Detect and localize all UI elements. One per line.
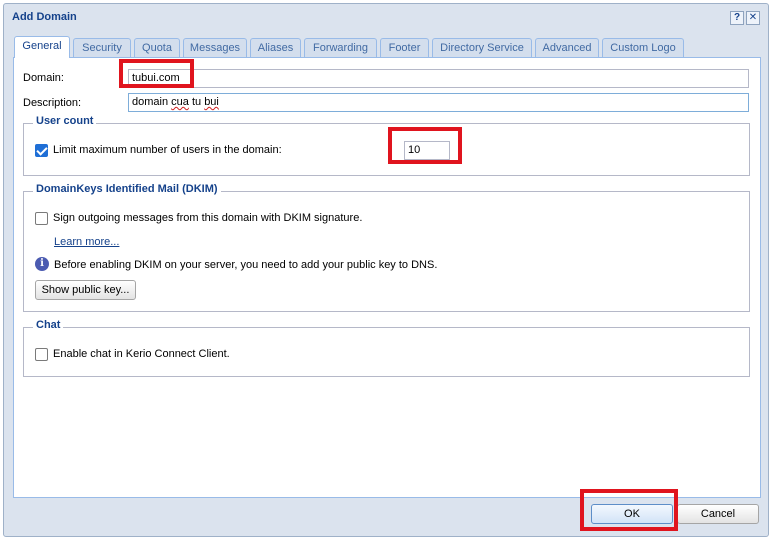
tab-quota[interactable]: Quota xyxy=(134,38,180,57)
dialog-title: Add Domain xyxy=(12,11,77,23)
tab-security[interactable]: Security xyxy=(73,38,131,57)
tab-directory-service[interactable]: Directory Service xyxy=(432,38,532,57)
tab-aliases[interactable]: Aliases xyxy=(250,38,301,57)
dkim-info-text: Before enabling DKIM on your server, you… xyxy=(54,259,438,271)
tab-general[interactable]: General xyxy=(14,36,70,58)
tab-custom-logo[interactable]: Custom Logo xyxy=(602,38,684,57)
dkim-sign-checkbox[interactable] xyxy=(35,212,48,225)
domain-input[interactable]: tubui.com xyxy=(128,69,749,88)
user-count-legend: User count xyxy=(33,115,97,127)
chat-fieldset: Chat Enable chat in Kerio Connect Client… xyxy=(23,319,750,377)
general-panel: Domain: tubui.com Description: domain cu… xyxy=(13,57,761,498)
close-icon[interactable]: ✕ xyxy=(746,11,760,25)
help-icon[interactable]: ? xyxy=(730,11,744,25)
domain-label: Domain: xyxy=(23,72,64,84)
learn-more-link[interactable]: Learn more... xyxy=(54,236,119,248)
user-count-fieldset: User count Limit maximum number of users… xyxy=(23,115,750,176)
chat-legend: Chat xyxy=(33,319,64,331)
enable-chat-checkbox[interactable] xyxy=(35,348,48,361)
limit-users-checkbox[interactable] xyxy=(35,144,48,157)
tab-footer[interactable]: Footer xyxy=(380,38,429,57)
ok-button[interactable]: OK xyxy=(591,504,673,524)
cancel-button[interactable]: Cancel xyxy=(677,504,759,524)
description-text-mid: tu xyxy=(188,96,205,108)
user-limit-input[interactable]: 10 xyxy=(404,141,450,160)
description-text: domain xyxy=(132,96,172,108)
tab-messages[interactable]: Messages xyxy=(183,38,247,57)
dkim-fieldset: DomainKeys Identified Mail (DKIM) Sign o… xyxy=(23,183,750,312)
show-public-key-button[interactable]: Show public key... xyxy=(35,280,136,300)
tab-forwarding[interactable]: Forwarding xyxy=(304,38,377,57)
tab-bar: General Security Quota Messages Aliases … xyxy=(14,35,754,58)
description-label: Description: xyxy=(23,97,82,109)
description-word-bui: bui xyxy=(204,96,219,108)
enable-chat-label: Enable chat in Kerio Connect Client. xyxy=(53,348,230,360)
description-input[interactable]: domain cua tu bui xyxy=(128,93,749,112)
dkim-sign-label: Sign outgoing messages from this domain … xyxy=(53,212,363,224)
info-icon: i xyxy=(35,257,49,271)
description-word-cua: cua xyxy=(171,96,189,108)
limit-users-label: Limit maximum number of users in the dom… xyxy=(53,144,282,156)
dkim-legend: DomainKeys Identified Mail (DKIM) xyxy=(33,183,221,195)
tab-advanced[interactable]: Advanced xyxy=(535,38,599,57)
add-domain-dialog: Add Domain ? ✕ General Security Quota Me… xyxy=(3,3,769,537)
